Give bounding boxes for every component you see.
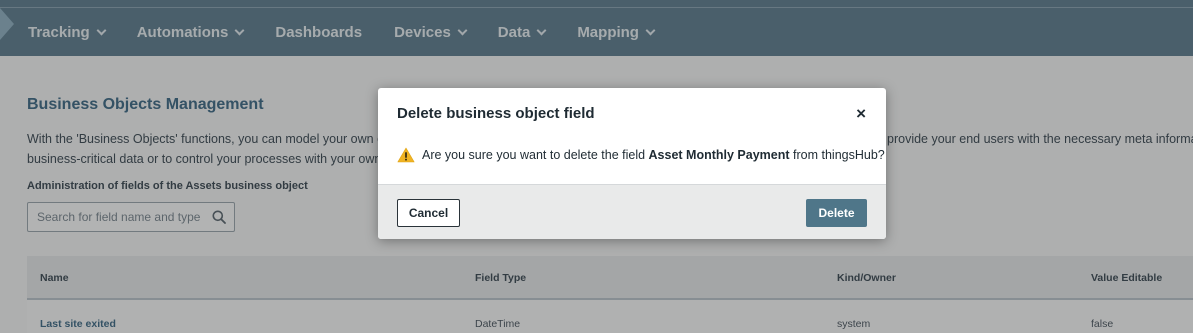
cancel-button[interactable]: Cancel xyxy=(397,199,460,227)
dialog-footer: Cancel Delete xyxy=(378,184,886,239)
delete-field-dialog: Delete business object field × Are you s… xyxy=(378,88,886,239)
close-icon[interactable]: × xyxy=(856,105,866,123)
delete-button[interactable]: Delete xyxy=(806,199,867,227)
warning-icon xyxy=(397,147,415,163)
field-name: Asset Monthly Payment xyxy=(648,148,790,162)
dialog-title: Delete business object field xyxy=(397,105,595,122)
dialog-message: Are you sure you want to delete the fiel… xyxy=(397,147,885,163)
message-suffix: from thingsHub? xyxy=(789,148,885,162)
message-prefix: Are you sure you want to delete the fiel… xyxy=(422,148,649,162)
